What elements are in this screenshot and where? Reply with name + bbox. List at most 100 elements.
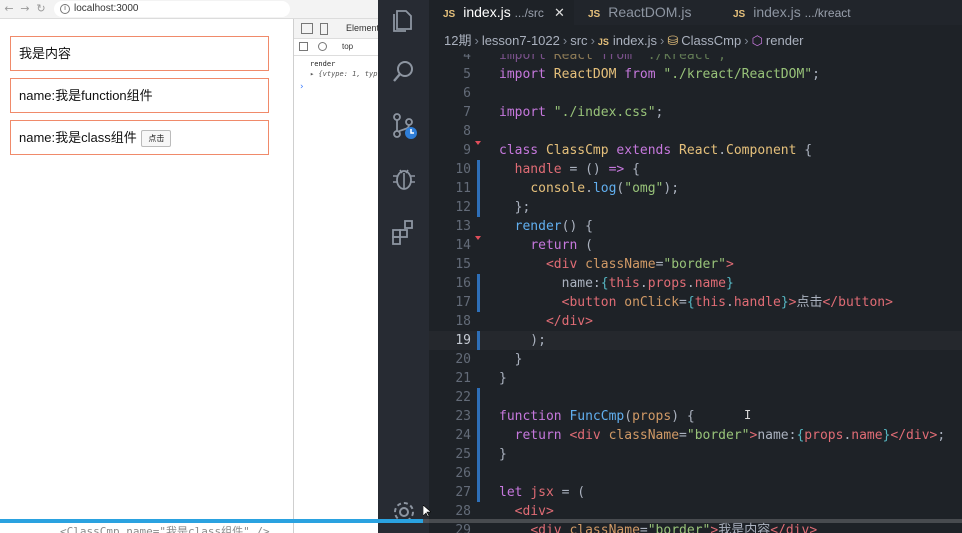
sidebar-toggle-icon[interactable] [299, 42, 308, 51]
close-icon[interactable]: ✕ [554, 5, 565, 20]
code-line[interactable]: 13 render() { [429, 217, 962, 236]
deleted-lines-marker[interactable] [475, 236, 481, 240]
code-line[interactable]: 26 [429, 464, 962, 483]
search-icon[interactable] [390, 58, 418, 86]
code-line[interactable]: 6 [429, 84, 962, 103]
forward-icon[interactable]: → [18, 2, 32, 16]
code-line[interactable]: 24 return <div className="border">name:{… [429, 426, 962, 445]
tab-reactdom[interactable]: JS ReactDOM.js [574, 0, 719, 25]
git-change-marker[interactable] [477, 331, 480, 350]
clear-console-icon[interactable] [318, 42, 327, 51]
device-toolbar-icon[interactable] [320, 23, 328, 35]
tab-elements[interactable]: Elements [346, 23, 378, 33]
line-number: 7 [463, 105, 471, 120]
code-token: ( [624, 409, 633, 424]
tab-label: index.js [753, 4, 801, 20]
code-line[interactable]: 23 function FuncCmp(props) { [429, 407, 962, 426]
code-token: import [499, 67, 554, 82]
code-line[interactable]: 21} [429, 369, 962, 388]
reload-icon[interactable]: ↻ [34, 2, 48, 16]
code-token: <div [545, 257, 586, 272]
code-token: "./kreact/ReactDOM" [663, 67, 813, 82]
code-token: FuncCmp [569, 409, 625, 424]
git-change-marker[interactable] [477, 274, 480, 293]
code-editor[interactable]: 4 import React from "./kreact"; 5 import Re… [429, 54, 962, 533]
breadcrumb-item[interactable]: src [570, 33, 587, 48]
console-prompt[interactable]: › [299, 82, 304, 92]
explorer-icon[interactable] [390, 5, 418, 33]
address-bar[interactable]: i localhost:3000 [54, 1, 290, 17]
git-change-marker[interactable] [477, 483, 480, 502]
code-token: this [694, 295, 727, 310]
code-line[interactable]: 4 import React from "./kreact"; [429, 54, 962, 65]
code-line[interactable]: 27 let jsx = ( [429, 483, 962, 502]
line-number: 5 [463, 67, 471, 82]
deleted-lines-marker[interactable] [475, 141, 481, 145]
breadcrumb-class[interactable]: ClassCmp [681, 33, 741, 48]
code-line[interactable]: 9 class ClassCmp extends React.Component … [429, 141, 962, 160]
code-line[interactable]: 19 ); [429, 331, 962, 350]
breadcrumb: 12期 › lesson7-1022 › src › JS index.js › ⛁ ClassCm… [429, 28, 962, 54]
git-change-marker[interactable] [477, 464, 480, 483]
code-token: from [624, 67, 664, 82]
info-icon[interactable]: i [60, 4, 70, 14]
tab-index-kreact[interactable]: JS index.js .../kreact [719, 0, 869, 25]
debug-icon[interactable] [390, 164, 418, 192]
git-change-marker[interactable] [477, 160, 480, 179]
code-line[interactable]: 12 }; [429, 198, 962, 217]
code-token: } [499, 352, 523, 367]
breadcrumb-file[interactable]: index.js [613, 33, 657, 48]
git-change-marker[interactable] [477, 198, 480, 217]
git-change-marker[interactable] [477, 445, 480, 464]
code-token: className [608, 428, 680, 443]
code-token: > [726, 257, 734, 272]
console-toolbar: top [294, 39, 378, 56]
code-line[interactable]: 16 name:{this.props.name} [429, 274, 962, 293]
code-token: "./index.css" [553, 105, 656, 120]
code-line[interactable]: 17 <button onClick={this.handle}>点击</but… [429, 293, 962, 312]
code-token: <div [530, 523, 570, 533]
extensions-icon[interactable] [390, 218, 418, 246]
line-number: 15 [455, 257, 471, 272]
click-button[interactable]: 点击 [141, 130, 172, 148]
code-line[interactable]: 10 handle = () => { [429, 160, 962, 179]
code-line[interactable]: 18 </div> [429, 312, 962, 331]
log-object[interactable]: ▸ {vtype: 1, typ [310, 69, 378, 79]
code-line[interactable]: 11 console.log("omg"); [429, 179, 962, 198]
breadcrumb-item[interactable]: lesson7-1022 [482, 33, 560, 48]
git-change-marker[interactable] [477, 426, 480, 445]
git-change-marker[interactable] [477, 407, 480, 426]
source-control-icon[interactable] [390, 112, 418, 140]
code-line[interactable]: 25} [429, 445, 962, 464]
code-token: { [624, 162, 640, 177]
code-token: { [686, 295, 695, 310]
code-line[interactable]: 22 [429, 388, 962, 407]
back-icon[interactable]: ← [2, 2, 16, 16]
code-line[interactable]: 15 <div className="border"> [429, 255, 962, 274]
tab-index-src[interactable]: JS index.js .../src ✕ [429, 0, 574, 25]
breadcrumb-method[interactable]: render [766, 33, 804, 48]
code-token: React [553, 54, 601, 63]
git-change-marker[interactable] [477, 179, 480, 198]
inspect-icon[interactable] [301, 23, 313, 34]
code-line[interactable]: 20 } [429, 350, 962, 369]
code-line[interactable]: 5 import ReactDOM from "./kreact/ReactDOM… [429, 65, 962, 84]
git-change-marker[interactable] [477, 388, 480, 407]
context-selector[interactable]: top [342, 42, 353, 51]
code-token: . [718, 143, 727, 158]
git-change-marker[interactable] [477, 293, 480, 312]
breadcrumb-item[interactable]: 12期 [444, 33, 471, 48]
line-number: 23 [455, 409, 471, 424]
code-line[interactable]: 14 return ( [429, 236, 962, 255]
code-token: "border" [663, 257, 727, 272]
code-line[interactable]: 7 import "./index.css"; [429, 103, 962, 122]
code-token: let [499, 485, 531, 500]
code-token: ); [663, 181, 680, 196]
rendered-page: 我是内容 name:我是function组件 name:我是class组件 点击 [0, 19, 293, 533]
code-line[interactable]: 8 [429, 122, 962, 141]
code-token: <div> [514, 504, 554, 519]
line-number: 19 [455, 333, 471, 348]
line-number: 27 [455, 485, 471, 500]
